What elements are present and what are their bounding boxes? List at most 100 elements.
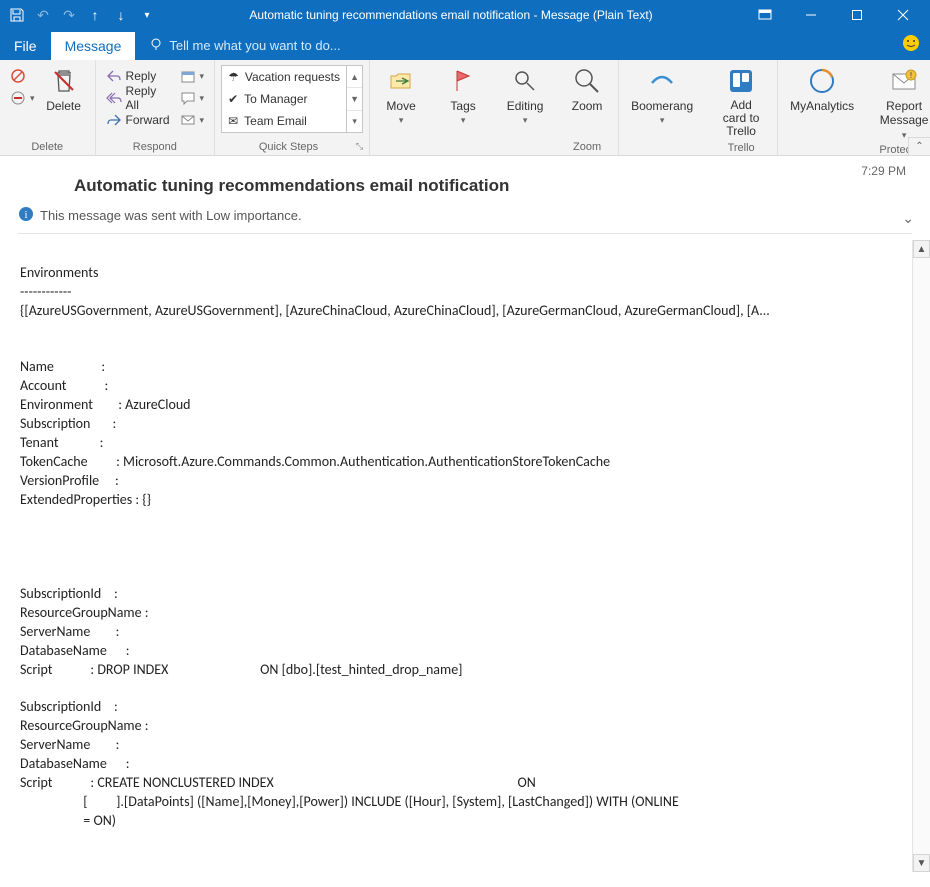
junk-button[interactable]: ▾: [6, 87, 39, 109]
reply-icon: [106, 68, 122, 84]
myanalytics-button[interactable]: MyAnalytics: [784, 63, 860, 115]
ribbon-group-myanalytics: MyAnalytics: [778, 60, 866, 155]
message-body-container: Environments ------------ {[AzureUSGover…: [0, 240, 930, 872]
ribbon-tabs: File Message Tell me what you want to do…: [0, 30, 930, 60]
infobar: i This message was sent with Low importa…: [18, 204, 912, 234]
message-body[interactable]: Environments ------------ {[AzureUSGover…: [0, 240, 930, 872]
chevron-down-icon: ▾: [523, 115, 528, 126]
delete-label: Delete: [46, 99, 81, 113]
lightbulb-icon: [149, 37, 163, 54]
reply-all-button[interactable]: Reply All: [102, 87, 174, 109]
message-header: 7:29 PM Automatic tuning recommendations…: [0, 156, 930, 240]
delete-icon: [48, 65, 80, 97]
quicksteps-scroll[interactable]: ▲ ▼ ▾: [347, 65, 363, 133]
titlebar: ↶ ↷ ↑ ↓ ▾ Automatic tuning recommendatio…: [0, 0, 930, 30]
ribbon-group-move: Move ▾: [370, 60, 432, 155]
prev-item-icon[interactable]: ↑: [82, 2, 108, 28]
chevron-down-icon: ▾: [200, 71, 205, 82]
tab-file[interactable]: File: [0, 32, 51, 60]
forward-icon: [106, 112, 122, 128]
scroll-track[interactable]: [913, 258, 930, 854]
scroll-down-icon[interactable]: ▼: [913, 854, 930, 872]
move-button[interactable]: Move ▾: [376, 63, 426, 128]
quickstep-item[interactable]: ☂Vacation requests: [222, 66, 346, 88]
tags-button[interactable]: Tags ▾: [438, 63, 488, 128]
quickstep-item[interactable]: ✔To Manager: [222, 88, 346, 110]
feedback-smiley-icon[interactable]: [902, 34, 920, 55]
ribbon-group-quicksteps: ☂Vacation requests ✔To Manager ✉Team Ema…: [215, 60, 370, 155]
ribbon-display-icon[interactable]: [742, 0, 788, 30]
junk-icon: [10, 90, 26, 106]
save-icon[interactable]: [4, 2, 30, 28]
qat-customize-icon[interactable]: ▾: [134, 2, 160, 28]
boomerang-button[interactable]: Boomerang ▾: [625, 63, 699, 128]
ribbon-group-editing: Editing ▾: [494, 60, 556, 155]
add-card-trello-button[interactable]: Add card to Trello: [711, 63, 771, 141]
group-label-zoom: Zoom: [562, 140, 612, 154]
forward-button[interactable]: Forward: [102, 109, 174, 131]
move-icon: [385, 65, 417, 97]
meeting-icon: [180, 68, 196, 84]
quick-access-toolbar: ↶ ↷ ↑ ↓ ▾: [4, 2, 160, 28]
tell-me-search[interactable]: Tell me what you want to do...: [135, 31, 354, 60]
scroll-up-icon[interactable]: ▲: [913, 240, 930, 258]
find-icon: [509, 65, 541, 97]
group-label-trello: Trello: [711, 141, 771, 155]
editing-button[interactable]: Editing ▾: [500, 63, 550, 128]
ignore-icon: [10, 68, 26, 84]
ribbon-group-tags: Tags ▾: [432, 60, 494, 155]
svg-text:i: i: [24, 209, 27, 221]
vertical-scrollbar[interactable]: ▲ ▼: [912, 240, 930, 872]
maximize-button[interactable]: [834, 0, 880, 30]
next-item-icon[interactable]: ↓: [108, 2, 134, 28]
meeting-button[interactable]: ▾: [176, 65, 209, 87]
trello-icon: [725, 65, 757, 97]
ribbon: ▾ Delete Delete Reply Reply All Forward …: [0, 60, 930, 156]
undo-icon[interactable]: ↶: [30, 2, 56, 28]
quicksteps-gallery[interactable]: ☂Vacation requests ✔To Manager ✉Team Ema…: [221, 65, 347, 133]
minimize-button[interactable]: [788, 0, 834, 30]
collapse-ribbon-button[interactable]: ⌃: [908, 137, 930, 155]
tab-message[interactable]: Message: [51, 32, 136, 60]
umbrella-icon: ☂: [228, 70, 239, 84]
more-respond-button[interactable]: ▾: [176, 109, 209, 131]
boomerang-icon: [646, 65, 678, 97]
expand-header-button[interactable]: ⌄: [902, 210, 914, 227]
tell-me-label: Tell me what you want to do...: [169, 38, 340, 53]
chevron-down-icon: ▾: [200, 93, 205, 104]
zoom-icon: [571, 65, 603, 97]
chevron-down-icon: ▾: [399, 115, 404, 126]
manager-icon: ✔: [228, 92, 238, 106]
ribbon-group-boomerang: Boomerang ▾: [619, 60, 705, 155]
more-icon: [180, 112, 196, 128]
reply-all-icon: [106, 90, 122, 106]
chat-icon: [180, 90, 196, 106]
chevron-down-icon: ▾: [902, 130, 907, 140]
svg-text:!: !: [910, 71, 912, 80]
group-label-quicksteps: Quick Steps⤡: [221, 140, 363, 154]
quickstep-item[interactable]: ✉Team Email: [222, 110, 346, 132]
delete-button[interactable]: Delete: [39, 63, 89, 115]
ribbon-group-delete: ▾ Delete Delete: [0, 60, 96, 155]
qs-up-icon[interactable]: ▲: [347, 66, 362, 88]
zoom-button[interactable]: Zoom: [562, 63, 612, 115]
chevron-down-icon: ▾: [461, 115, 466, 126]
group-label-delete: Delete: [6, 140, 89, 154]
group-label-respond: Respond: [102, 140, 209, 154]
message-time: 7:29 PM: [861, 164, 906, 178]
qs-expand-icon[interactable]: ▾: [347, 111, 362, 132]
ignore-button[interactable]: [6, 65, 39, 87]
close-button[interactable]: [880, 0, 926, 30]
myanalytics-icon: [806, 65, 838, 97]
redo-icon[interactable]: ↷: [56, 2, 82, 28]
im-button[interactable]: ▾: [176, 87, 209, 109]
message-subject: Automatic tuning recommendations email n…: [18, 168, 912, 202]
chevron-down-icon: ▾: [30, 93, 35, 104]
info-icon: i: [18, 206, 34, 225]
qs-down-icon[interactable]: ▼: [347, 88, 362, 110]
ribbon-group-trello: Add card to Trello Trello: [705, 60, 778, 155]
chevron-down-icon: ▾: [200, 115, 205, 126]
report-message-button[interactable]: ! Report Message ▾: [872, 63, 930, 143]
chevron-down-icon: ▾: [660, 115, 665, 126]
dialog-launcher-icon[interactable]: ⤡: [356, 141, 363, 152]
